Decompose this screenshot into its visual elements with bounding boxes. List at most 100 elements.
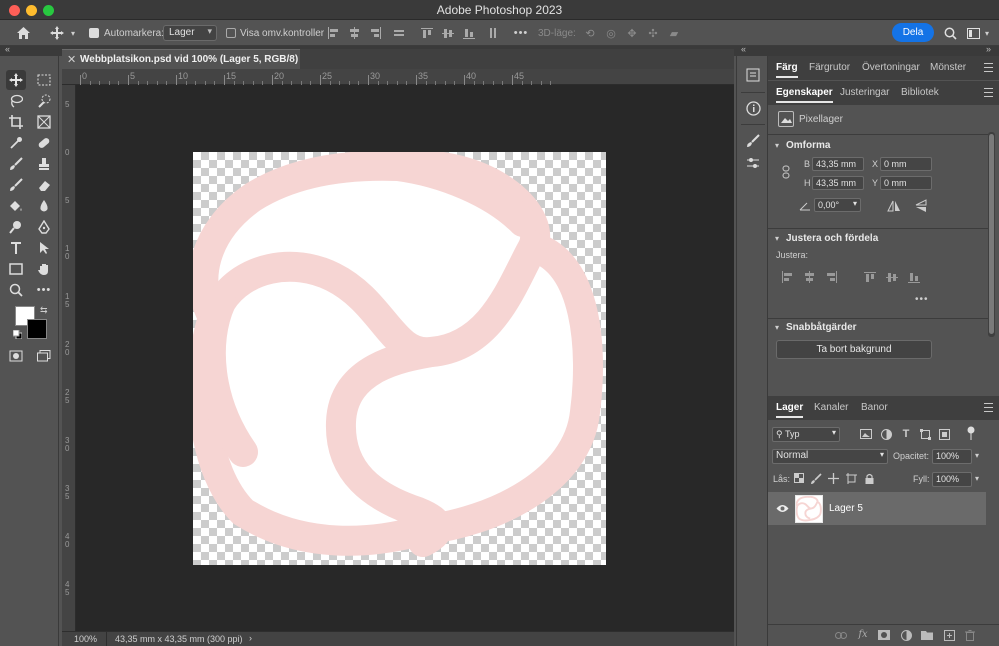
chevron-down-icon[interactable]: ▾ [775, 234, 779, 243]
tab-properties[interactable]: Egenskaper [776, 81, 833, 105]
chevron-down-icon[interactable]: ▾ [775, 323, 779, 332]
width-field[interactable]: 43,35 mm [812, 157, 864, 171]
align-right-icon[interactable] [368, 20, 382, 46]
lock-transparent-pixels-icon[interactable] [793, 472, 805, 484]
type-tool-icon[interactable] [6, 238, 26, 258]
filter-adjustment-layers-icon[interactable] [879, 427, 893, 441]
distribute-icon[interactable] [392, 20, 406, 46]
link-layers-icon[interactable] [834, 628, 848, 642]
filter-shape-layers-icon[interactable] [918, 427, 932, 441]
chevron-down-icon[interactable]: ▾ [775, 141, 779, 150]
background-color-swatch[interactable] [27, 319, 47, 339]
vertical-ruler[interactable]: 5 0 5 10 15 20 25 30 35 40 45 [62, 85, 76, 631]
eraser-tool-icon[interactable] [34, 175, 54, 195]
pen-tool-icon[interactable] [34, 217, 54, 237]
screen-mode-icon[interactable] [34, 346, 54, 366]
healing-brush-tool-icon[interactable] [34, 133, 54, 153]
align-vertical-centers-icon[interactable] [885, 270, 899, 284]
auto-select-checkbox[interactable] [88, 20, 100, 46]
document-tab[interactable]: ✕ Webbplatsikon.psd vid 100% (Lager 5, R… [62, 49, 300, 69]
align-horizontal-centers-icon[interactable] [802, 270, 816, 284]
fill-field[interactable]: 100% [932, 472, 972, 487]
swap-colors-icon[interactable]: ⇆ [40, 305, 48, 316]
move-tool-preset-icon[interactable] [48, 20, 66, 46]
brush-tool-icon[interactable] [6, 154, 26, 174]
home-icon[interactable] [12, 20, 34, 46]
hand-tool-icon[interactable] [34, 259, 54, 279]
layer-filter-dropdown[interactable]: ⚲ Typ ▾ [772, 427, 840, 442]
document-canvas[interactable] [193, 152, 606, 565]
default-colors-icon[interactable] [13, 330, 22, 339]
chevron-down-icon[interactable]: ▾ [68, 20, 78, 46]
panel-menu-icon[interactable] [984, 403, 993, 412]
blend-mode-dropdown[interactable]: Normal ▾ [772, 449, 888, 464]
path-selection-tool-icon[interactable] [34, 238, 54, 258]
show-transform-checkbox[interactable] [225, 20, 237, 46]
align-left-icon[interactable] [326, 20, 340, 46]
x-field[interactable]: 0 mm [880, 157, 932, 171]
lock-image-pixels-icon[interactable] [810, 472, 822, 484]
layer-name[interactable]: Lager 5 [829, 503, 863, 514]
scrollbar-thumb[interactable] [989, 134, 994, 334]
new-adjustment-layer-icon[interactable] [899, 628, 913, 642]
layer-style-fx-icon[interactable]: fx [856, 627, 870, 641]
tab-color[interactable]: Färg [776, 56, 798, 80]
tab-adjustments[interactable]: Justeringar [840, 81, 889, 105]
distribute-vertical-icon[interactable] [486, 20, 500, 46]
tab-patterns[interactable]: Mönster [930, 56, 966, 80]
chevron-down-icon[interactable]: ▾ [975, 474, 979, 483]
link-dimensions-icon[interactable] [780, 164, 792, 180]
delete-layer-icon[interactable] [963, 628, 977, 642]
dodge-tool-icon[interactable] [6, 217, 26, 237]
filter-type-layers-icon[interactable]: T [899, 427, 913, 441]
frame-tool-icon[interactable] [34, 112, 54, 132]
add-mask-icon[interactable] [877, 628, 891, 642]
history-panel-icon[interactable] [744, 66, 762, 84]
align-top-edges-icon[interactable] [863, 270, 877, 284]
eyedropper-tool-icon[interactable] [6, 133, 26, 153]
panel-menu-icon[interactable] [984, 63, 993, 72]
search-icon[interactable] [942, 20, 958, 46]
lock-position-icon[interactable] [827, 472, 839, 484]
blur-tool-icon[interactable] [34, 196, 54, 216]
3d-slide-icon[interactable]: ✣ [645, 20, 661, 46]
opacity-field[interactable]: 100% [932, 449, 972, 464]
filter-smart-objects-icon[interactable] [937, 427, 951, 441]
properties-scrollbar[interactable] [988, 132, 995, 337]
brush-settings-icon[interactable] [744, 132, 762, 150]
flip-vertical-icon[interactable] [913, 198, 929, 214]
height-field[interactable]: 43,35 mm [812, 176, 864, 190]
tab-channels[interactable]: Kanaler [814, 396, 848, 420]
panel-menu-icon[interactable] [984, 88, 993, 97]
workspace-icon[interactable] [965, 20, 981, 46]
horizontal-ruler[interactable]: 0 5 10 15 20 25 30 35 40 45 [62, 69, 734, 85]
align-top-icon[interactable] [420, 20, 434, 46]
history-brush-tool-icon[interactable] [6, 175, 26, 195]
clone-stamp-tool-icon[interactable] [34, 154, 54, 174]
align-bottom-edges-icon[interactable] [907, 270, 921, 284]
3d-orbit-icon[interactable]: ⟲ [582, 20, 598, 46]
tab-layers[interactable]: Lager [776, 396, 804, 420]
new-group-icon[interactable] [920, 628, 934, 642]
zoom-level[interactable]: 100% [74, 634, 97, 644]
new-layer-icon[interactable] [942, 628, 956, 642]
angle-field[interactable]: 0,00° ▾ [814, 198, 861, 212]
info-panel-icon[interactable] [744, 99, 762, 117]
flip-horizontal-icon[interactable] [886, 198, 902, 214]
auto-select-target-dropdown[interactable]: Lager ▾ [163, 25, 217, 41]
align-center-icon[interactable] [347, 20, 361, 46]
marquee-tool-icon[interactable] [34, 70, 54, 90]
share-button[interactable]: Dela [892, 23, 934, 42]
tab-gradients[interactable]: Övertoningar [862, 56, 920, 80]
align-left-edges-icon[interactable] [780, 270, 794, 284]
tab-libraries[interactable]: Bibliotek [901, 81, 939, 105]
3d-pan-icon[interactable]: ✥ [624, 20, 640, 46]
collapse-panels-icon[interactable]: » [986, 44, 991, 54]
quick-mask-icon[interactable] [6, 346, 26, 366]
3d-roll-icon[interactable]: ◎ [603, 20, 619, 46]
paint-bucket-tool-icon[interactable] [6, 196, 26, 216]
more-align-options-button[interactable]: ••• [915, 294, 929, 305]
expand-dock-icon[interactable]: « [741, 44, 746, 54]
chevron-down-icon[interactable]: ▾ [975, 451, 979, 460]
adjustments-sliders-icon[interactable] [744, 154, 762, 172]
